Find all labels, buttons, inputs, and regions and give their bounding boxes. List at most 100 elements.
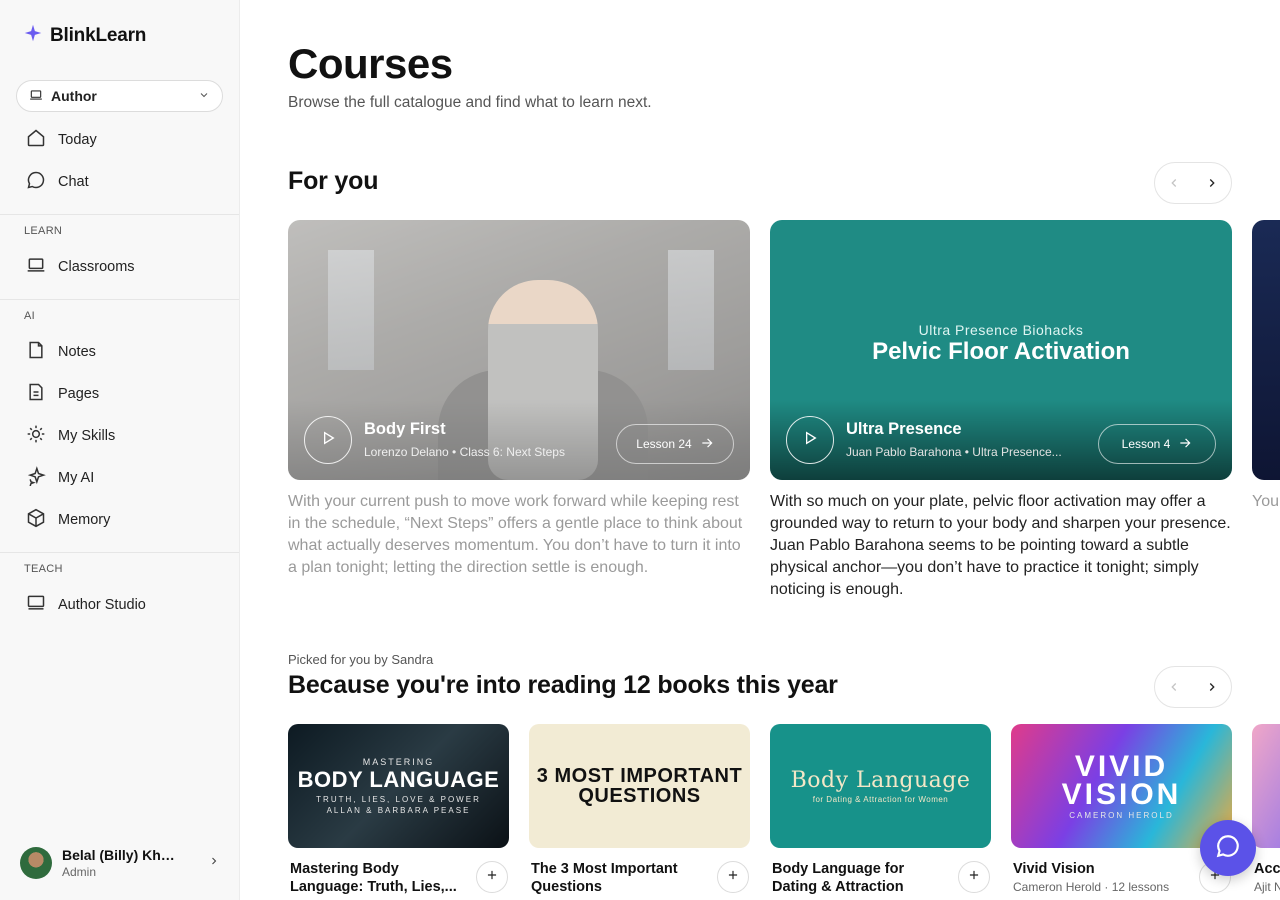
course-meta: Juan Pablo Barahona • Ultra Presence... <box>846 445 1062 459</box>
monitor-icon <box>26 593 46 617</box>
course-description-peek: You Sou tow to b brea <box>1252 493 1280 510</box>
lesson-button[interactable]: Lesson 4 <box>1098 424 1216 464</box>
add-button[interactable] <box>958 861 990 893</box>
cover-title: 3 MOST IMPORTANT QUESTIONS <box>536 765 743 807</box>
nav-item-label: My AI <box>58 470 95 486</box>
course-card-body-first[interactable]: Body First Lorenzo Delano • Class 6: Nex… <box>288 220 750 480</box>
app-name: BlinkLearn <box>50 24 147 46</box>
main-content: Courses Browse the full catalogue and fi… <box>240 0 1280 900</box>
section-heading-teach: TEACH <box>24 563 63 575</box>
nav-item-chat[interactable]: Chat <box>16 164 223 200</box>
play-button[interactable] <box>304 416 352 464</box>
nav-item-memory[interactable]: Memory <box>16 502 223 538</box>
sidebar: BlinkLearn Author Today Chat LEARN Class… <box>0 0 240 900</box>
chevron-right-icon[interactable] <box>1200 675 1224 699</box>
arrow-right-icon <box>1178 436 1192 453</box>
nav-item-label: Notes <box>58 344 96 360</box>
cover-title: Pelvic Floor Activation <box>872 338 1130 365</box>
plus-icon <box>485 868 499 887</box>
book-title: Body Language for Dating & Attraction <box>772 861 905 895</box>
nav-item-label: Pages <box>58 386 100 402</box>
course-description: With so much on your plate, pelvic floor… <box>770 493 1231 598</box>
chat-fab-button[interactable] <box>1200 820 1256 876</box>
chevron-left-icon[interactable] <box>1162 675 1186 699</box>
add-button[interactable] <box>476 861 508 893</box>
course-description: With your current push to move work forw… <box>288 493 743 576</box>
divider <box>0 299 239 300</box>
sparkle-logo-icon <box>24 24 42 47</box>
chat-bubble-icon <box>26 170 46 194</box>
chevron-right-icon[interactable] <box>1200 171 1224 195</box>
nav-item-label: My Skills <box>58 428 116 444</box>
skills-icon <box>26 424 46 448</box>
chevron-down-icon <box>198 88 210 104</box>
nav-item-today[interactable]: Today <box>16 122 223 158</box>
book-title: Vivid Vision <box>1013 861 1095 877</box>
nav-item-label: Memory <box>58 512 111 528</box>
book-card[interactable]: MASTERING BODY LANGUAGE TRUTH, LIES, LOV… <box>288 724 509 895</box>
chevron-right-icon <box>208 854 220 872</box>
cover-title: VIVID VISION <box>1061 749 1182 811</box>
play-button[interactable] <box>786 416 834 464</box>
home-icon <box>26 128 46 152</box>
avatar <box>20 847 52 879</box>
page-title: Courses <box>288 40 453 87</box>
section-heading-ai: AI <box>24 310 35 322</box>
divider <box>0 214 239 215</box>
for-you-pager <box>1154 162 1232 204</box>
cover-title: BODY LANGUAGE <box>297 767 500 792</box>
nav-item-my-skills[interactable]: My Skills <box>16 418 223 454</box>
page-icon <box>26 382 46 406</box>
book-meta: Cameron Herold · 12 lessons <box>1013 880 1170 894</box>
course-title: Body First <box>364 420 446 438</box>
section-title-for-you: For you <box>288 167 379 195</box>
nav-item-author-studio[interactable]: Author Studio <box>16 587 223 623</box>
background-window <box>668 250 714 370</box>
lesson-label: Lesson 4 <box>1121 437 1171 451</box>
book-cover: Body Language for Dating & Attraction fo… <box>770 724 991 848</box>
user-role: Admin <box>62 865 97 879</box>
nav-item-label: Classrooms <box>58 259 135 275</box>
book-card[interactable]: Body Language for Dating & Attraction fo… <box>770 724 991 895</box>
add-button[interactable] <box>717 861 749 893</box>
book-card[interactable]: 3 MOST IMPORTANT QUESTIONS The 3 Most Im… <box>529 724 750 895</box>
section-heading-learn: LEARN <box>24 225 63 237</box>
nav-item-notes[interactable]: Notes <box>16 334 223 370</box>
user-profile[interactable]: Belal (Billy) Kha... Admin <box>20 846 220 880</box>
book-cover: 3 MOST IMPORTANT QUESTIONS <box>529 724 750 848</box>
because-pager <box>1154 666 1232 708</box>
book-cover <box>1252 724 1280 848</box>
nav-item-pages[interactable]: Pages <box>16 376 223 412</box>
cover-author: ALLAN & BARBARA PEASE <box>326 806 471 815</box>
cover-small-text: MASTERING <box>362 757 435 767</box>
lesson-button[interactable]: Lesson 24 <box>616 424 734 464</box>
section-kicker: Picked for you by Sandra <box>288 652 434 667</box>
cover-kicker: Ultra Presence Biohacks <box>918 322 1084 338</box>
nav-item-classrooms[interactable]: Classrooms <box>16 249 223 285</box>
arrow-right-icon <box>700 436 714 453</box>
page-subtitle: Browse the full catalogue and find what … <box>288 94 652 111</box>
user-name: Belal (Billy) Kha... <box>62 847 180 863</box>
nav-item-label: Author Studio <box>58 597 146 613</box>
book-title: Acc <box>1254 861 1280 877</box>
brand[interactable]: BlinkLearn <box>24 24 146 47</box>
play-icon <box>802 430 818 451</box>
course-meta: Lorenzo Delano • Class 6: Next Steps <box>364 445 565 459</box>
role-selector-value: Author <box>51 88 97 104</box>
plus-icon <box>726 868 740 887</box>
cover-subtitle: for Dating & Attraction for Women <box>812 795 949 804</box>
book-title: The 3 Most Important Questions <box>531 861 678 895</box>
divider <box>0 552 239 553</box>
lesson-label: Lesson 24 <box>636 437 692 451</box>
book-card-peek[interactable]: Acc Ajit N <box>1252 724 1280 894</box>
course-card-peek[interactable] <box>1252 220 1280 480</box>
background-window <box>328 250 374 370</box>
role-selector[interactable]: Author <box>16 80 223 112</box>
book-cover: MASTERING BODY LANGUAGE TRUTH, LIES, LOV… <box>288 724 509 848</box>
chevron-left-icon[interactable] <box>1162 171 1186 195</box>
course-card-ultra-presence[interactable]: Ultra Presence Biohacks Pelvic Floor Act… <box>770 220 1232 480</box>
book-card[interactable]: VIVID VISION CAMERON HEROLD Vivid Vision… <box>1011 724 1232 894</box>
nav-item-my-ai[interactable]: My AI <box>16 460 223 496</box>
nav-item-label: Chat <box>58 174 89 190</box>
nav-item-label: Today <box>58 132 97 148</box>
